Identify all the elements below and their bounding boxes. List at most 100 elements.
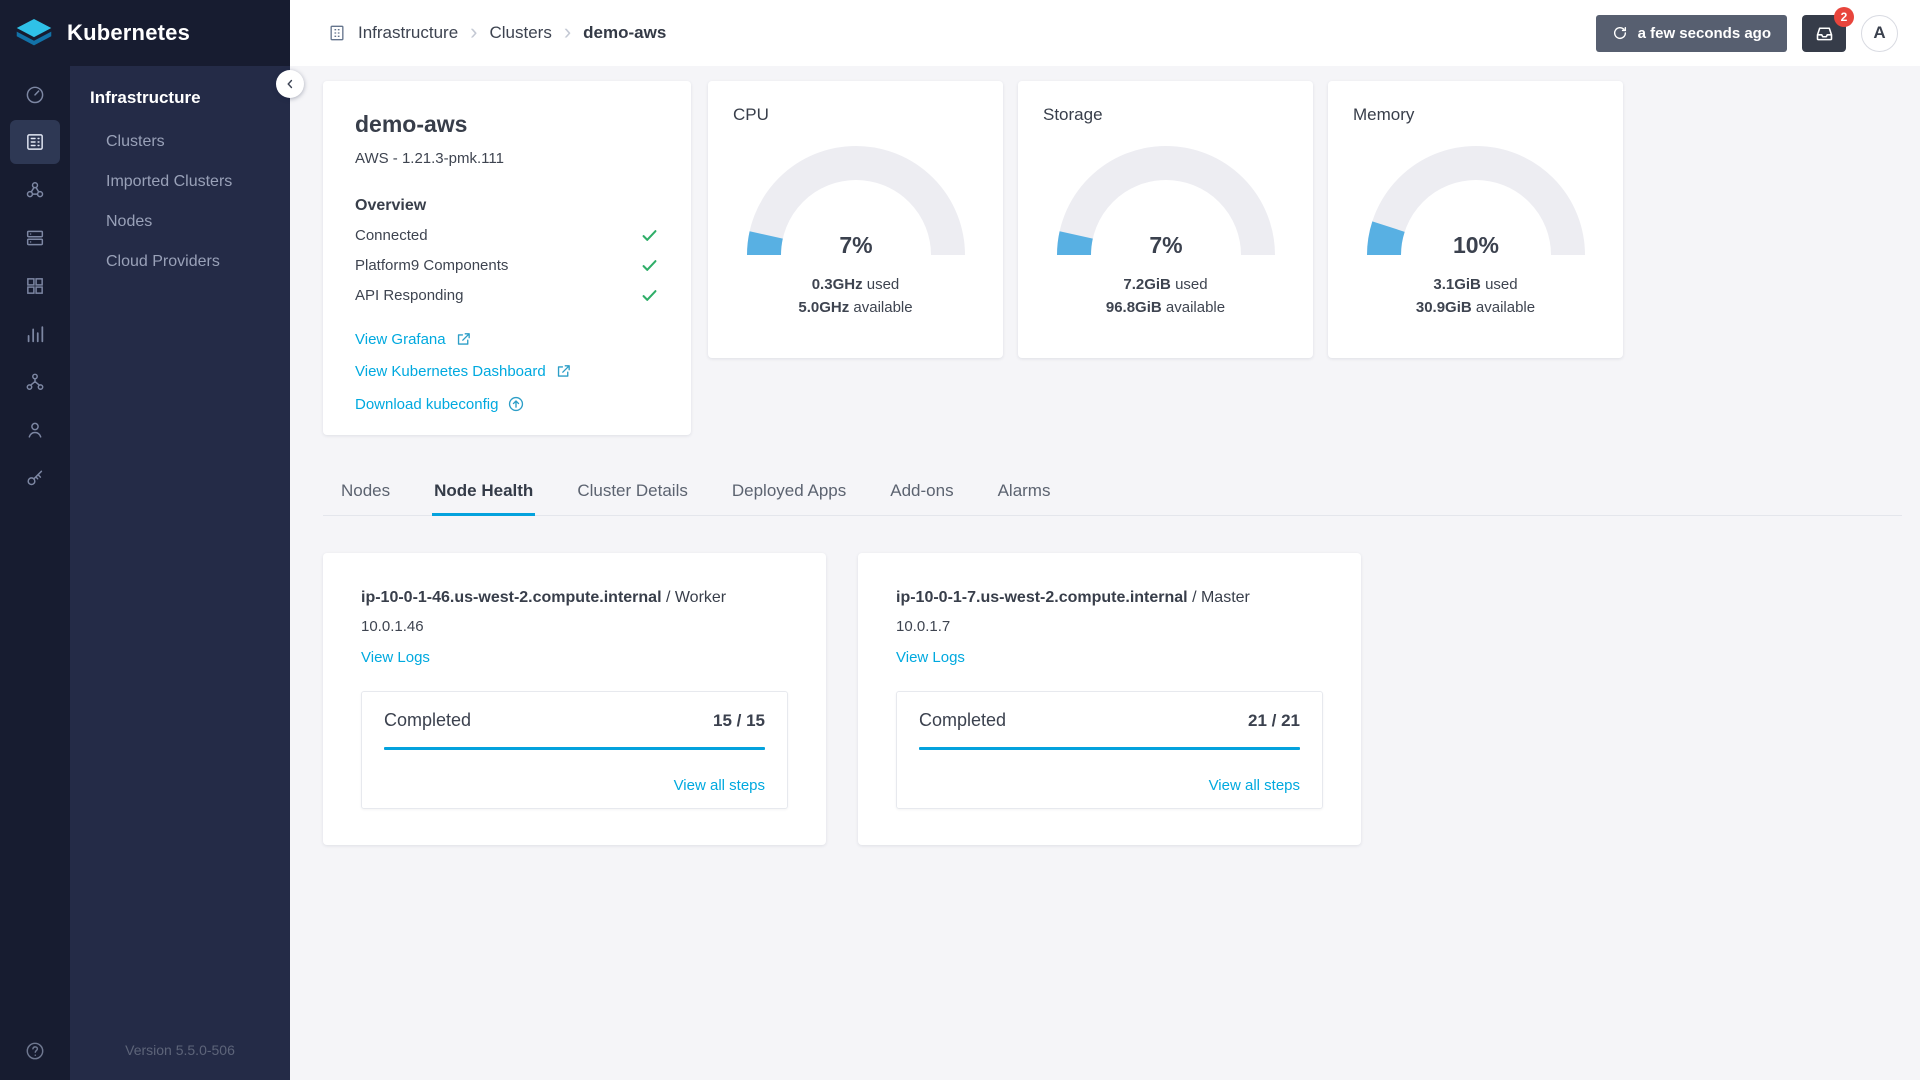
gauge-percent: 7%: [839, 232, 872, 258]
view-logs-link[interactable]: View Logs: [361, 649, 430, 666]
help-button[interactable]: [0, 1040, 70, 1062]
view-all-steps-link[interactable]: View all steps: [384, 777, 765, 794]
node-hostname: ip-10-0-1-7.us-west-2.compute.internal: [896, 589, 1188, 606]
chevron-left-icon: [283, 77, 297, 91]
rail-item-users[interactable]: [10, 408, 60, 452]
progress-bar: [384, 747, 765, 750]
memory-gauge: 10%: [1353, 137, 1598, 265]
view-grafana-link[interactable]: View Grafana: [355, 331, 659, 348]
app-title: Kubernetes: [67, 20, 191, 45]
status-label: API Responding: [355, 287, 464, 304]
node-role: / Master: [1187, 589, 1250, 606]
used-word: used: [1480, 276, 1518, 293]
kubernetes-logo-icon: [14, 18, 54, 49]
rail-item-storage[interactable]: [10, 216, 60, 260]
summary-row: demo-aws AWS - 1.21.3-pmk.111 Overview C…: [323, 81, 1902, 435]
storage-icon: [24, 227, 46, 249]
gauge-percent: 7%: [1149, 232, 1182, 258]
view-kubernetes-dashboard-link[interactable]: View Kubernetes Dashboard: [355, 363, 659, 380]
used-word: used: [862, 276, 900, 293]
sidebar-item-cloud-providers[interactable]: Cloud Providers: [70, 242, 290, 282]
external-link-icon: [555, 363, 572, 380]
app-root: Kubernetes Infrastructure Clusters Impor…: [0, 0, 1920, 1080]
tab-alarms[interactable]: Alarms: [996, 469, 1053, 515]
gauge-percent: 10%: [1452, 232, 1498, 258]
sidebar-item-imported-clusters[interactable]: Imported Clusters: [70, 162, 290, 202]
view-logs-link[interactable]: View Logs: [896, 649, 965, 666]
tab-nodes[interactable]: Nodes: [339, 469, 392, 515]
tab-add-ons[interactable]: Add-ons: [888, 469, 955, 515]
tab-node-health[interactable]: Node Health: [432, 469, 536, 516]
sidebar-item-nodes[interactable]: Nodes: [70, 202, 290, 242]
breadcrumb-infrastructure[interactable]: Infrastructure: [358, 23, 458, 43]
tab-cluster-details[interactable]: Cluster Details: [575, 469, 690, 515]
avatar[interactable]: A: [1861, 14, 1898, 52]
refresh-button[interactable]: a few seconds ago: [1595, 14, 1787, 52]
status-row-api: API Responding: [355, 286, 659, 305]
cpu-usage-card: CPU 7% 0.3GHz used 5.0GHz available: [708, 81, 1003, 358]
rail-item-rbac[interactable]: [10, 360, 60, 404]
node-title: ip-10-0-1-46.us-west-2.compute.internal …: [361, 589, 788, 607]
used-value: 7.2GiB: [1123, 276, 1171, 293]
used-word: used: [1170, 276, 1208, 293]
breadcrumb: Infrastructure › Clusters › demo-aws: [327, 20, 667, 46]
rail-item-infrastructure[interactable]: [10, 120, 60, 164]
download-kubeconfig-link[interactable]: Download kubeconfig: [355, 395, 659, 413]
node-health-card-master: ip-10-0-1-7.us-west-2.compute.internal /…: [858, 553, 1361, 845]
status-label: Connected: [355, 227, 428, 244]
available-value: 5.0GHz: [798, 299, 850, 317]
available-word: available: [1161, 299, 1226, 317]
gauge-used: 3.1GiB used: [1353, 273, 1598, 296]
gauge-title: Memory: [1353, 105, 1415, 124]
notification-badge: 2: [1834, 6, 1854, 27]
cluster-name: demo-aws: [355, 111, 468, 137]
view-all-steps-link[interactable]: View all steps: [919, 777, 1300, 794]
cluster-nodes-icon: [24, 179, 46, 201]
speedometer-icon: [24, 83, 46, 105]
notifications-button[interactable]: 2: [1802, 6, 1854, 52]
org-chart-icon: [24, 371, 46, 393]
check-icon: [640, 286, 659, 305]
steps-count: 15 / 15: [713, 711, 765, 730]
gauge-available: 5.0GHz available: [733, 296, 978, 319]
app-logo[interactable]: Kubernetes: [0, 0, 290, 66]
cpu-gauge: 7%: [733, 137, 978, 265]
infrastructure-icon: [327, 23, 347, 43]
rail-item-workloads[interactable]: [10, 168, 60, 212]
storage-gauge: 7%: [1043, 137, 1288, 265]
external-link-icon: [455, 331, 472, 348]
overview-links: View Grafana View Kubernetes Dashboard D…: [355, 331, 659, 413]
sidebar-collapse-button[interactable]: [276, 70, 304, 98]
key-icon: [24, 467, 46, 489]
gauge-stats: 0.3GHz used 5.0GHz available: [733, 273, 978, 320]
check-icon: [640, 226, 659, 245]
sidebar-item-clusters[interactable]: Clusters: [70, 122, 290, 162]
refresh-icon: [1612, 25, 1628, 41]
available-word: available: [1471, 299, 1536, 317]
available-word: available: [849, 299, 913, 317]
gauge-title: CPU: [733, 105, 769, 124]
rail-item-monitoring[interactable]: [10, 312, 60, 356]
rail-item-dashboard[interactable]: [10, 72, 60, 116]
grid-icon: [24, 275, 46, 297]
steps-status: Completed: [919, 710, 1007, 730]
tab-deployed-apps[interactable]: Deployed Apps: [730, 469, 848, 515]
rail-item-namespaces[interactable]: [10, 264, 60, 308]
sidebar-panel: Infrastructure Clusters Imported Cluster…: [70, 66, 290, 1080]
storage-usage-card: Storage 7% 7.2GiB used 96.8GiB available: [1018, 81, 1313, 358]
version-label: Version 5.5.0-506: [125, 1042, 235, 1058]
breadcrumb-current-page: demo-aws: [583, 23, 667, 42]
rail-item-api-access[interactable]: [10, 456, 60, 500]
breadcrumb-clusters[interactable]: Clusters: [489, 23, 551, 43]
sidebar-section-title: Infrastructure: [90, 88, 201, 107]
cluster-overview-card: demo-aws AWS - 1.21.3-pmk.111 Overview C…: [323, 81, 691, 435]
topbar: Infrastructure › Clusters › demo-aws a f…: [290, 0, 1920, 66]
steps-row: Completed 21 / 21: [919, 710, 1300, 731]
cluster-tabs: Nodes Node Health Cluster Details Deploy…: [323, 469, 1902, 516]
refresh-label: a few seconds ago: [1637, 24, 1771, 42]
steps-count: 21 / 21: [1248, 711, 1300, 730]
status-label: Platform9 Components: [355, 257, 509, 274]
gauge-used: 0.3GHz used: [733, 273, 978, 296]
status-row-components: Platform9 Components: [355, 256, 659, 275]
node-hostname: ip-10-0-1-46.us-west-2.compute.internal: [361, 589, 662, 606]
